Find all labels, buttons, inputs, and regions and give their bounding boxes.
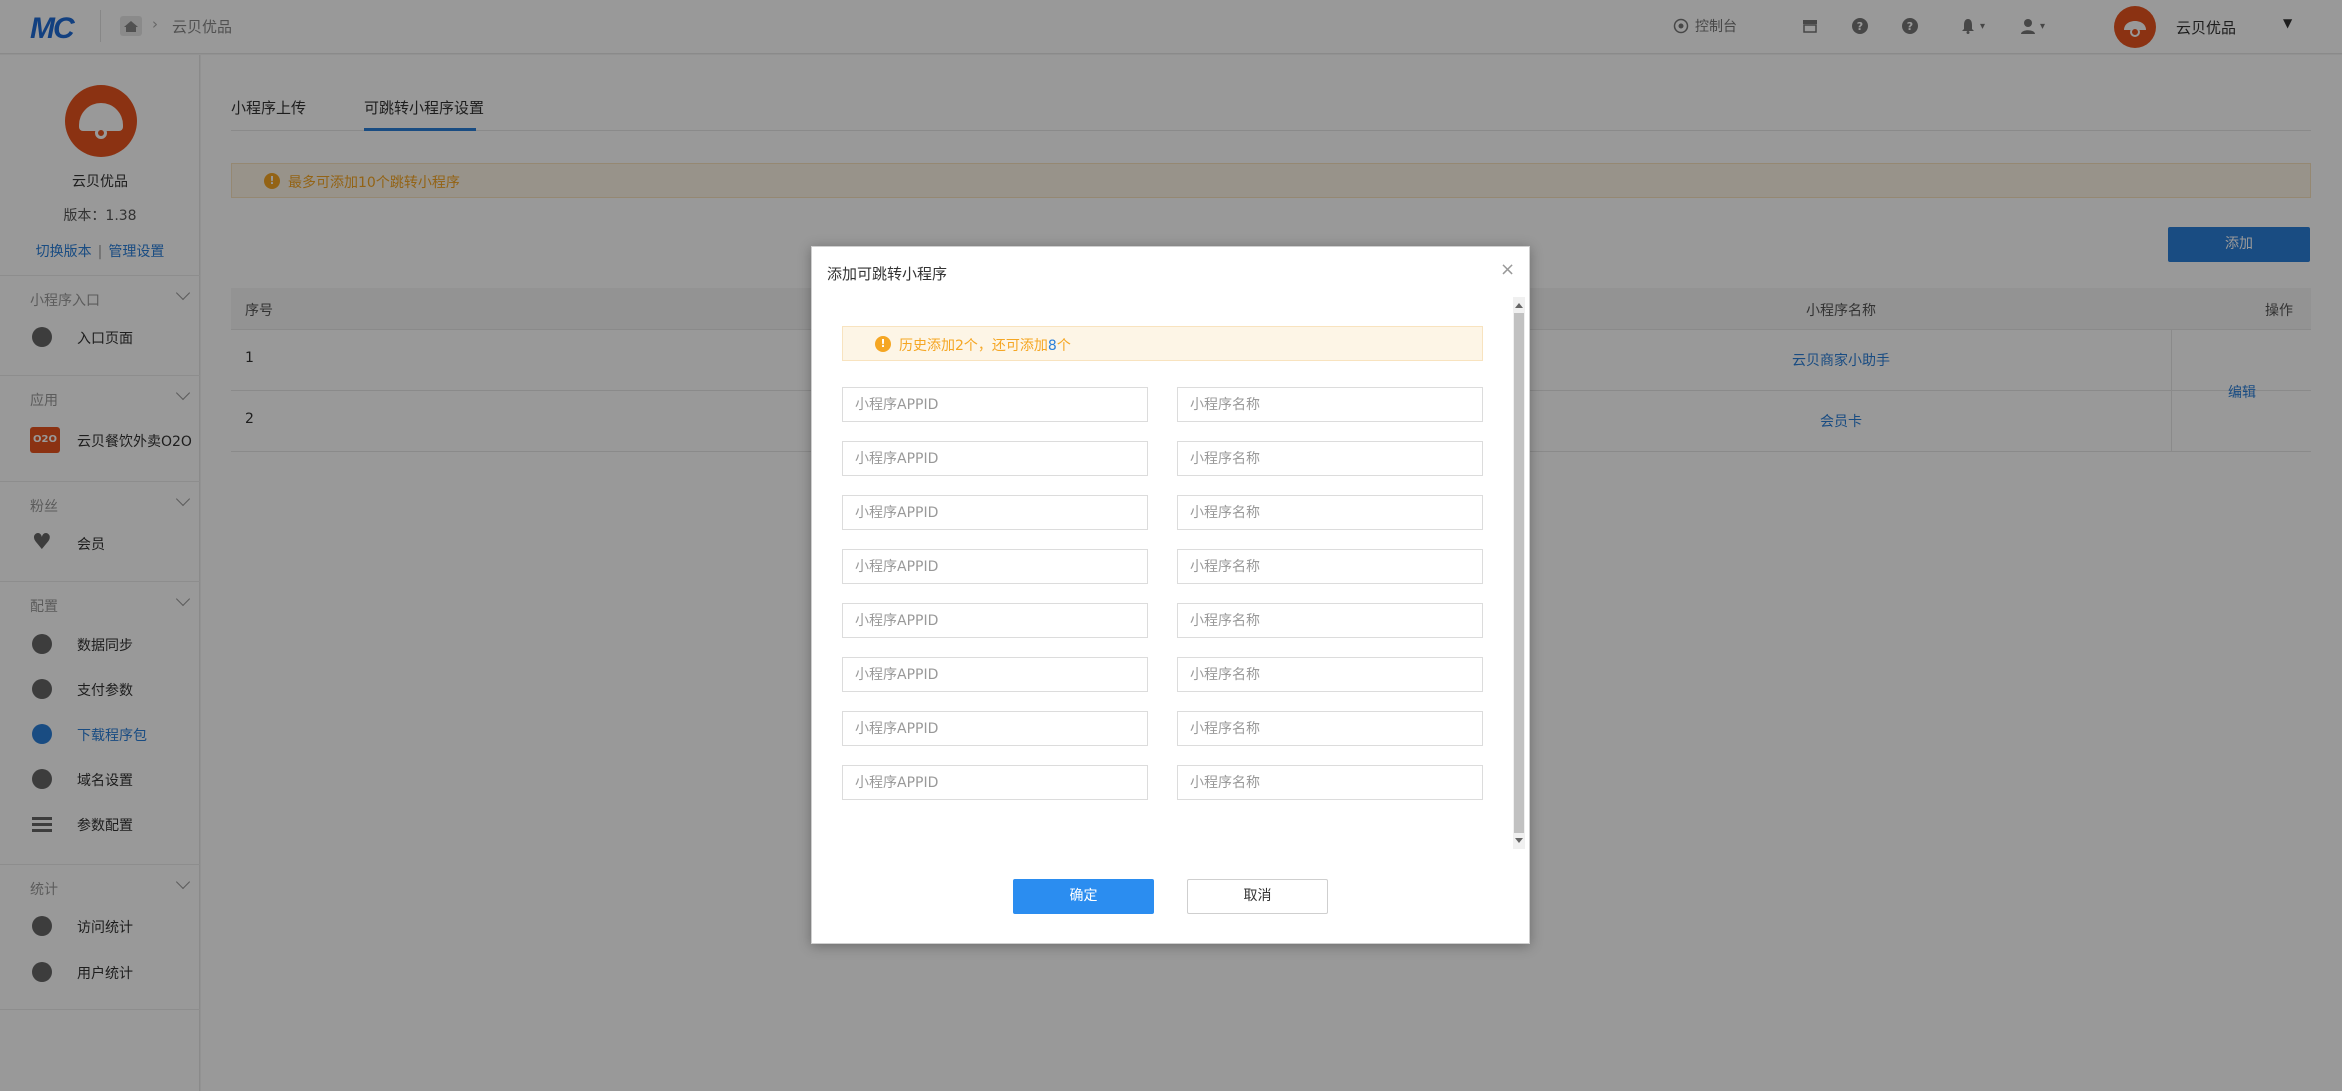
close-icon[interactable]: × [1500, 261, 1515, 279]
appid-input-3[interactable] [842, 495, 1148, 530]
modal-title: 添加可跳转小程序 [827, 265, 948, 283]
name-input-7[interactable] [1177, 711, 1483, 746]
name-input-3[interactable] [1177, 495, 1483, 530]
appid-input-5[interactable] [842, 603, 1148, 638]
name-input-1[interactable] [1177, 387, 1483, 422]
scrollbar[interactable] [1513, 297, 1525, 849]
name-input-8[interactable] [1177, 765, 1483, 800]
appid-input-4[interactable] [842, 549, 1148, 584]
cancel-button[interactable]: 取消 [1187, 879, 1328, 914]
scroll-down-arrow-icon[interactable] [1515, 838, 1523, 843]
history-notice: ! 历史添加2个，还可添加8个 [842, 326, 1483, 361]
history-notice-text: 历史添加2个，还可添加8个 [899, 335, 1071, 355]
add-jump-modal: 添加可跳转小程序 × ! 历史添加2个，还可添加8个 确定 取消 [811, 246, 1530, 944]
notice-count: 8 [1047, 338, 1057, 354]
scrollbar-thumb[interactable] [1514, 313, 1524, 833]
notice-suffix: 个 [1056, 338, 1071, 354]
name-input-6[interactable] [1177, 657, 1483, 692]
appid-input-2[interactable] [842, 441, 1148, 476]
appid-input-7[interactable] [842, 711, 1148, 746]
name-input-4[interactable] [1177, 549, 1483, 584]
name-input-5[interactable] [1177, 603, 1483, 638]
info-icon: ! [875, 336, 891, 352]
scroll-up-arrow-icon[interactable] [1515, 303, 1523, 308]
appid-input-8[interactable] [842, 765, 1148, 800]
appid-input-6[interactable] [842, 657, 1148, 692]
confirm-button[interactable]: 确定 [1013, 879, 1154, 914]
name-input-2[interactable] [1177, 441, 1483, 476]
appid-input-1[interactable] [842, 387, 1148, 422]
notice-prefix: 历史添加2个，还可添加 [899, 338, 1048, 354]
modal-body: ! 历史添加2个，还可添加8个 [812, 297, 1531, 849]
